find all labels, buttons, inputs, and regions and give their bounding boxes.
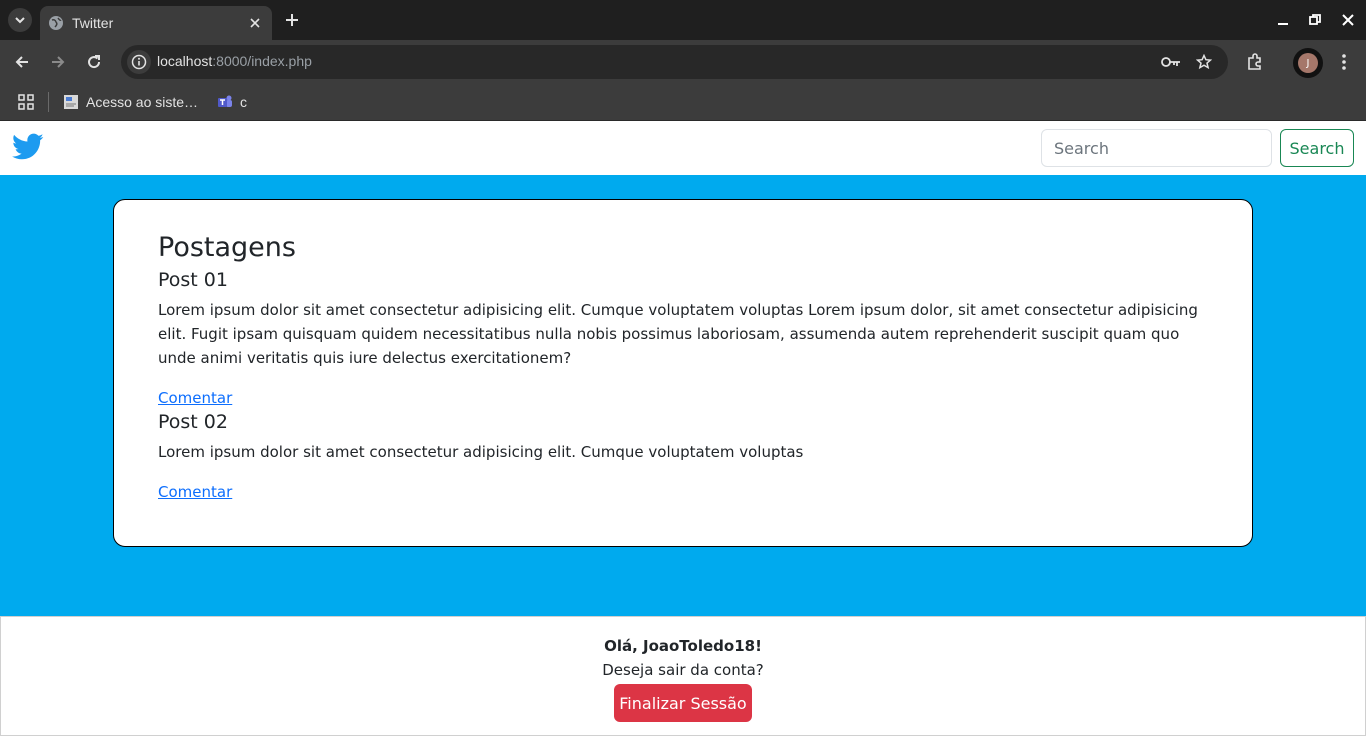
post-title: Post 01	[158, 269, 228, 291]
extensions-button[interactable]	[1243, 50, 1267, 74]
post-title: Post 02	[158, 411, 228, 433]
passwords-button[interactable]	[1161, 52, 1181, 72]
url-text: localhost:8000/index.php	[157, 53, 312, 69]
plus-icon	[286, 14, 298, 26]
bookmark-label: Acesso ao siste…	[86, 94, 199, 110]
bookmark-item-acesso[interactable]: Acesso ao siste…	[63, 92, 198, 112]
bookmarks-divider	[48, 92, 49, 112]
info-icon	[131, 54, 147, 70]
bookmark-star-button[interactable]	[1194, 52, 1214, 72]
greeting-text: Olá, JoaoToledo18!	[604, 637, 762, 655]
minimize-icon	[1278, 23, 1288, 25]
logout-button[interactable]: Finalizar Sessão	[614, 684, 752, 722]
site-navbar: Search	[0, 121, 1366, 175]
comment-link[interactable]: Comentar	[158, 480, 232, 504]
bookmarks-bar: Acesso ao siste… c	[0, 84, 1366, 121]
minimize-button[interactable]	[1273, 10, 1293, 30]
tab-search-button[interactable]	[8, 8, 32, 32]
apps-grid-icon	[18, 94, 34, 110]
puzzle-icon	[1248, 53, 1261, 70]
key-icon	[1161, 57, 1180, 67]
reload-icon	[88, 55, 101, 69]
browser-toolbar: localhost:8000/index.php J	[0, 40, 1366, 84]
url-path: :8000/index.php	[212, 53, 312, 69]
post-item: Post 02 Lorem ipsum dolor sit amet conse…	[158, 410, 1208, 504]
arrow-left-icon	[15, 56, 28, 68]
restore-icon	[1309, 14, 1321, 25]
back-button[interactable]	[10, 50, 34, 74]
bookmark-label: c	[240, 94, 247, 110]
document-icon	[64, 95, 78, 109]
new-tab-button[interactable]	[280, 8, 304, 32]
session-footer: Olá, JoaoToledo18! Deseja sair da conta?…	[0, 616, 1366, 736]
search-input[interactable]	[1041, 129, 1272, 167]
site-info-button[interactable]	[127, 50, 151, 74]
close-tab-button[interactable]	[246, 14, 264, 32]
browser-menu-button[interactable]	[1332, 50, 1356, 74]
post-body: Lorem ipsum dolor sit amet consectetur a…	[158, 443, 804, 461]
page-title: Postagens	[158, 232, 296, 263]
address-bar[interactable]: localhost:8000/index.php	[121, 45, 1228, 79]
arrow-right-icon	[52, 56, 65, 68]
reload-button[interactable]	[82, 50, 106, 74]
globe-icon	[49, 16, 63, 30]
forward-button[interactable]	[46, 50, 70, 74]
posts-card: Postagens Post 01 Lorem ipsum dolor sit …	[113, 199, 1253, 547]
teams-icon	[218, 95, 232, 107]
restore-button[interactable]	[1305, 10, 1325, 30]
close-icon	[250, 18, 260, 28]
profile-avatar[interactable]: J	[1293, 48, 1323, 78]
post-item: Post 01 Lorem ipsum dolor sit amet conse…	[158, 268, 1208, 410]
chevron-down-icon	[15, 17, 25, 24]
browser-tab-strip: Twitter	[0, 0, 1366, 40]
bookmark-item-c[interactable]: c	[217, 92, 247, 112]
avatar-initial: J	[1298, 53, 1318, 73]
browser-tab[interactable]: Twitter	[40, 6, 272, 40]
tab-title: Twitter	[72, 15, 114, 31]
url-host: localhost	[157, 53, 213, 69]
star-icon	[1196, 54, 1212, 70]
twitter-bird-icon[interactable]	[12, 132, 44, 162]
post-body: Lorem ipsum dolor sit amet consectetur a…	[158, 301, 1198, 367]
comment-link[interactable]: Comentar	[158, 386, 232, 410]
close-window-button[interactable]	[1338, 10, 1358, 30]
apps-button[interactable]	[18, 92, 34, 112]
search-button[interactable]: Search	[1280, 129, 1354, 167]
more-vert-icon	[1342, 54, 1346, 70]
logout-question: Deseja sair da conta?	[602, 661, 764, 679]
close-icon	[1342, 14, 1354, 26]
